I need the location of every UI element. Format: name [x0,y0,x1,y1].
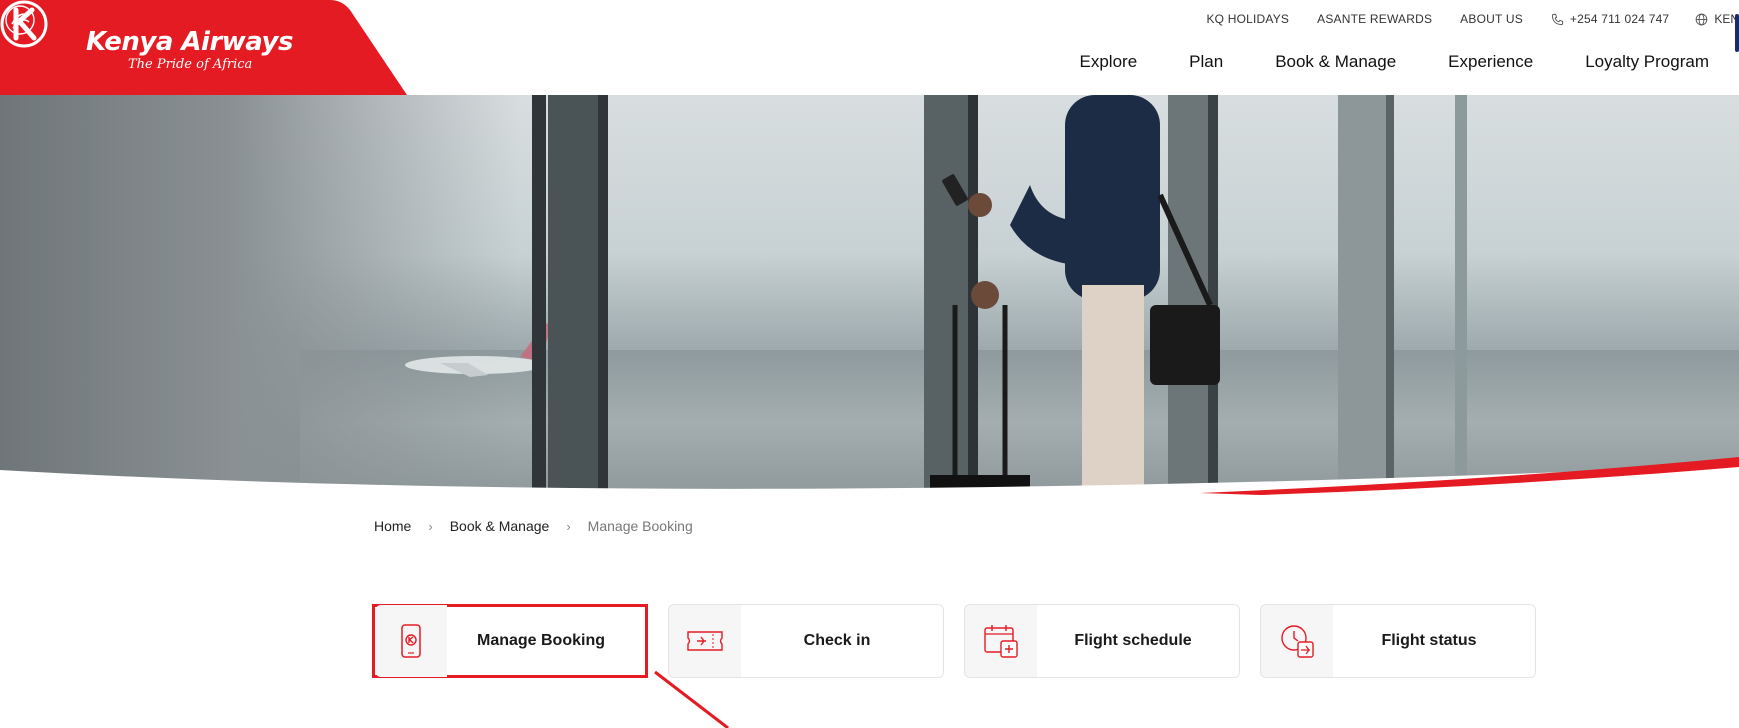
utility-nav: KQ HOLIDAYS ASANTE REWARDS ABOUT US +254… [1178,10,1739,28]
breadcrumb-home[interactable]: Home [374,518,411,534]
flight-status-card[interactable]: Flight status [1260,604,1536,678]
hero-image [0,95,1739,495]
site-header: Kenya Airways The Pride of Africa KQ HOL… [0,0,1739,95]
chevron-right-icon: › [428,518,433,534]
nav-book-manage[interactable]: Book & Manage [1275,52,1396,72]
airplane-graphic [405,323,552,377]
brand-tagline: The Pride of Africa [128,57,253,72]
card-icon-box [375,605,447,677]
ticket-icon [687,631,723,651]
card-label: Flight schedule [1074,632,1192,649]
phone-link[interactable]: +254 711 024 747 [1551,12,1669,26]
phone-number: +254 711 024 747 [1569,12,1670,26]
language-selector[interactable]: KEN [1695,12,1739,26]
card-icon-box [965,605,1037,677]
card-icon-box [1261,605,1333,677]
main-nav: Explore Plan Book & Manage Experience Lo… [1028,52,1709,72]
nav-loyalty-program[interactable]: Loyalty Program [1585,52,1709,72]
check-in-card[interactable]: Check in [668,604,944,678]
card-label: Manage Booking [476,632,605,649]
about-us-link[interactable]: ABOUT US [1460,12,1523,26]
calendar-flight-icon [984,625,1018,658]
logo[interactable]: Kenya Airways The Pride of Africa [0,0,410,95]
card-label: Check in [803,632,871,649]
globe-icon [1695,13,1708,25]
breadcrumb-current: Manage Booking [587,518,693,534]
flight-schedule-card[interactable]: Flight schedule [964,604,1240,678]
card-icon-box [669,605,741,677]
phone-booking-icon [401,624,421,658]
breadcrumb-book-manage[interactable]: Book & Manage [450,518,550,534]
hero-illustration [0,95,1739,495]
skyteam-logo-icon [5,5,35,35]
chevron-right-icon: › [566,518,571,534]
phone-icon [1551,13,1563,25]
quick-action-cards: Manage Booking Check in Flight schedule [372,604,1536,678]
nav-plan[interactable]: Plan [1189,52,1223,72]
asante-rewards-link[interactable]: ASANTE REWARDS [1317,12,1432,26]
nav-explore[interactable]: Explore [1080,52,1138,72]
manage-booking-card[interactable]: Manage Booking [372,604,648,678]
kq-holidays-link[interactable]: KQ HOLIDAYS [1206,12,1289,26]
scroll-edge [1735,14,1739,52]
card-label: Flight status [1381,632,1477,649]
breadcrumb: Home › Book & Manage › Manage Booking [374,518,693,534]
nav-experience[interactable]: Experience [1448,52,1533,72]
brand-name: Kenya Airways [86,27,293,57]
clock-flight-icon [1281,625,1314,658]
